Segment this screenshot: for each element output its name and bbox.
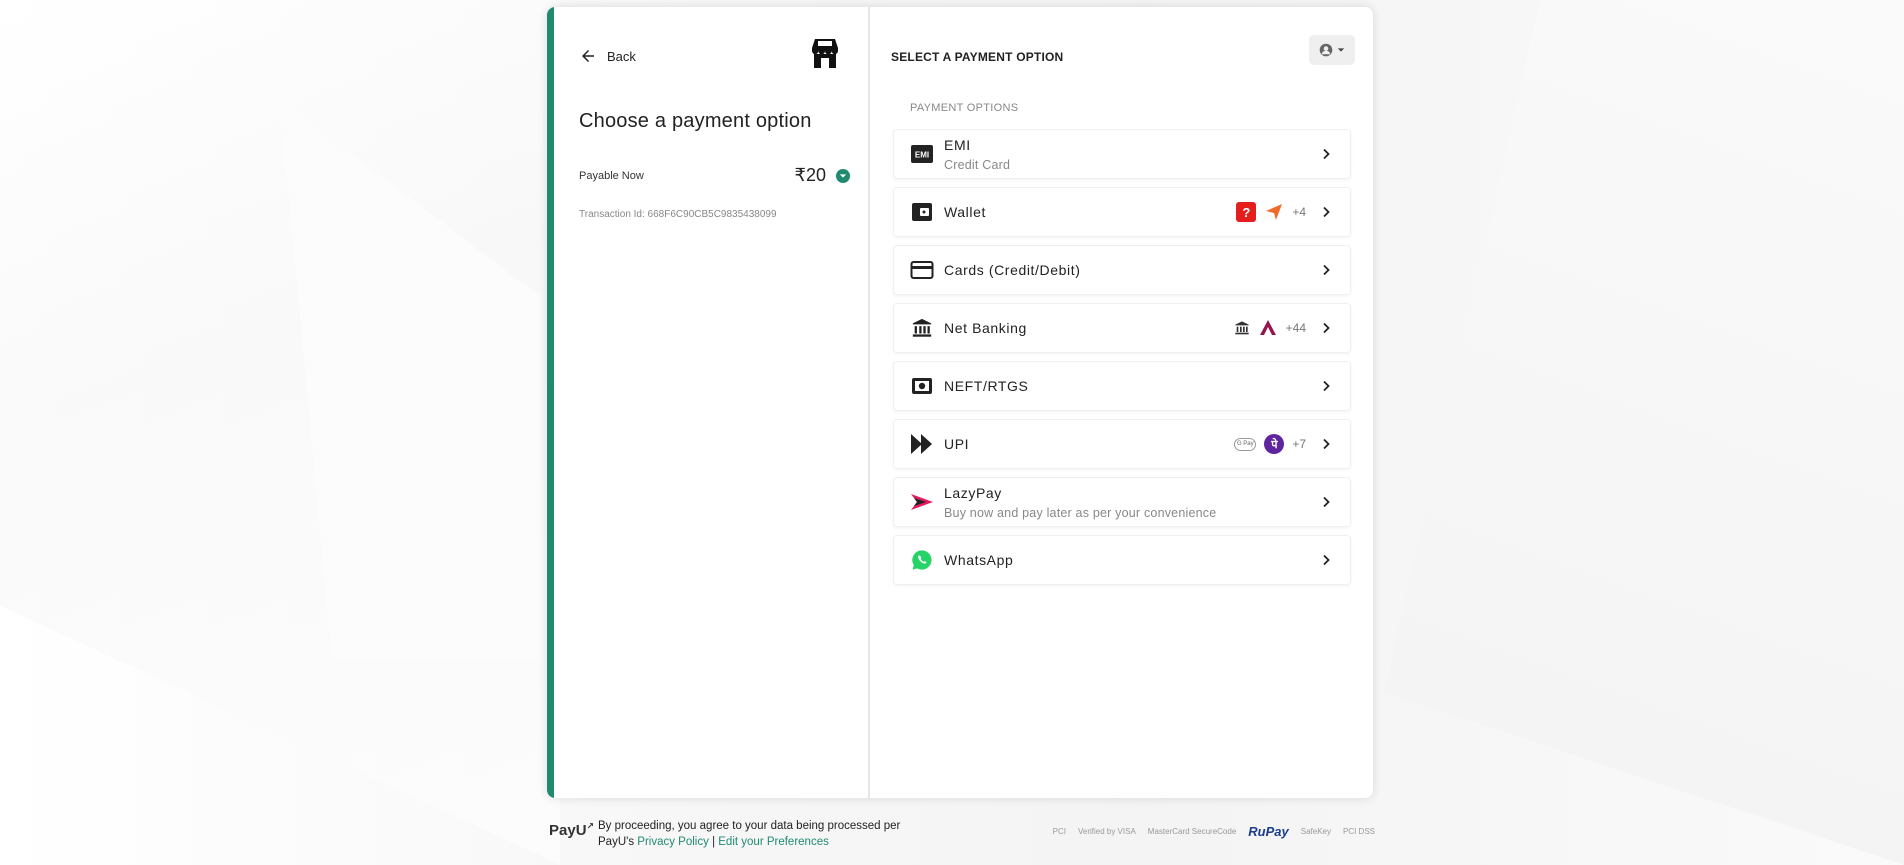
arrow-left-icon <box>582 50 594 62</box>
option-sub: Buy now and pay later as per your conven… <box>944 505 1217 520</box>
paper-plane-icon <box>1266 204 1283 220</box>
svg-text:EMI: EMI <box>915 151 929 160</box>
expand-details-button[interactable] <box>836 168 850 183</box>
option-sub: Credit Card <box>944 157 1011 172</box>
lazypay-icon <box>910 490 934 514</box>
option-name: NEFT/RTGS <box>944 378 1029 394</box>
phonepe-icon: पे <box>1264 434 1285 454</box>
option-lazypay[interactable]: LazyPay Buy now and pay later as per you… <box>893 477 1351 527</box>
option-net-banking[interactable]: Net Banking +44 <box>893 303 1351 353</box>
option-name: EMI <box>944 136 971 153</box>
gpay-icon: G Pay <box>1234 437 1257 451</box>
chevron-right-icon <box>1323 496 1330 508</box>
option-name: LazyPay <box>944 484 1002 501</box>
safekey-badge: SafeKey <box>1300 827 1331 836</box>
section-title: PAYMENT OPTIONS <box>910 102 1019 114</box>
consent-text: By proceeding, you agree to your data be… <box>598 820 901 848</box>
chevron-right-icon <box>1323 380 1330 392</box>
chevron-down-icon <box>839 173 847 178</box>
caret-down-icon <box>1337 48 1345 52</box>
chevron-right-icon <box>1323 148 1330 160</box>
option-name: Cards (Credit/Debit) <box>944 262 1081 278</box>
payment-card: Back Choose a payment option Payable Now… <box>547 7 1373 798</box>
background-shape <box>1384 0 1904 865</box>
emi-icon: EMI <box>910 142 934 166</box>
wallet-icon <box>910 200 934 224</box>
security-badges: PCI Verified by VISA MasterCard SecureCo… <box>1053 824 1375 839</box>
more-count: +7 <box>1292 437 1306 451</box>
whatsapp-icon <box>910 548 934 572</box>
store-icon <box>812 39 838 68</box>
user-icon <box>1319 43 1333 57</box>
payable-amount: ₹20 <box>794 165 826 185</box>
bank-icon <box>1234 321 1249 335</box>
pci-badge: PCI <box>1052 827 1066 836</box>
privacy-policy-link[interactable]: Privacy Policy <box>637 836 709 848</box>
mastercard-badge: MasterCard SecureCode <box>1147 827 1237 836</box>
option-upi[interactable]: UPI G Pay पे +7 <box>893 419 1351 469</box>
chevron-right-icon <box>1323 438 1330 450</box>
wallet-logo-icon: ? <box>1236 202 1257 222</box>
axis-bank-icon <box>1259 320 1276 335</box>
back-button[interactable]: Back <box>579 47 636 65</box>
pci-dss-badge: PCI DSS <box>1342 827 1375 836</box>
upi-icon <box>910 432 934 456</box>
chevron-right-icon <box>1323 206 1330 218</box>
more-count: +4 <box>1292 205 1306 219</box>
more-count: +44 <box>1285 321 1306 335</box>
option-cards[interactable]: Cards (Credit/Debit) <box>893 245 1351 295</box>
page-title: Choose a payment option <box>579 110 812 132</box>
option-whatsapp[interactable]: WhatsApp <box>893 535 1351 585</box>
summary-panel: Back Choose a payment option Payable Now… <box>547 7 870 798</box>
panel-heading: SELECT A PAYMENT OPTION <box>891 50 1064 64</box>
payu-logo: PayU↗ <box>549 821 595 839</box>
option-name: Net Banking <box>944 320 1027 336</box>
options-panel: SELECT A PAYMENT OPTION PAYMENT OPTIONS … <box>870 7 1373 798</box>
option-wallet[interactable]: Wallet ? +4 <box>893 187 1351 237</box>
transaction-id: Transaction Id: 668F6C90CB5C9835438099 <box>579 209 777 220</box>
option-name: Wallet <box>944 204 986 220</box>
payment-options-list: EMI EMI Credit Card Wallet ? +4 Cards (C… <box>893 129 1351 593</box>
user-menu-button[interactable] <box>1309 35 1355 65</box>
edit-preferences-link[interactable]: Edit your Preferences <box>718 836 829 848</box>
rupay-badge: RuPay <box>1248 824 1289 839</box>
chevron-right-icon <box>1323 322 1330 334</box>
visa-badge: Verified by VISA <box>1077 827 1136 836</box>
chevron-right-icon <box>1323 554 1330 566</box>
option-name: UPI <box>944 436 970 452</box>
bank-icon <box>910 316 934 340</box>
payable-label: Payable Now <box>579 169 644 182</box>
option-name: WhatsApp <box>944 552 1014 568</box>
option-neft-rtgs[interactable]: NEFT/RTGS <box>893 361 1351 411</box>
credit-card-icon <box>910 258 934 282</box>
back-label: Back <box>607 48 636 64</box>
option-emi[interactable]: EMI EMI Credit Card <box>893 129 1351 179</box>
payable-row: Payable Now ₹20 <box>579 165 850 186</box>
cash-transfer-icon <box>910 374 934 398</box>
footer: PayU↗ By proceeding, you agree to your d… <box>549 816 1375 856</box>
chevron-right-icon <box>1323 264 1330 276</box>
